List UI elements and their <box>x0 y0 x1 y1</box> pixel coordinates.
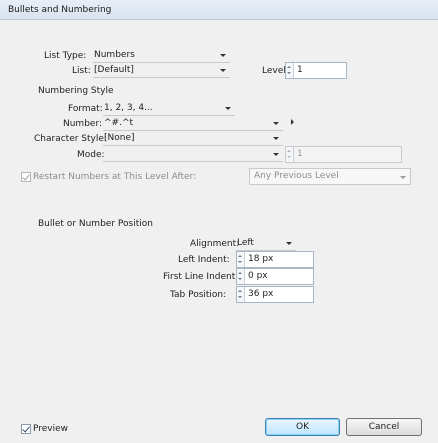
arrow-down-icon <box>287 72 291 74</box>
mode-dropdown[interactable] <box>103 147 283 162</box>
chevron-down-icon <box>220 69 226 72</box>
character-style-dropdown[interactable]: [None] <box>103 131 283 146</box>
stepper-buttons[interactable] <box>237 269 245 284</box>
tab-position-label: Tab Position: <box>170 290 227 300</box>
mode-start-stepper: 1 <box>285 146 402 163</box>
level-stepper[interactable]: 1 <box>285 62 347 79</box>
arrow-down-icon <box>287 156 291 158</box>
format-dropdown[interactable]: 1, 2, 3, 4... <box>103 101 235 116</box>
tab-position-value: 36 px <box>248 289 274 299</box>
cancel-button[interactable]: Cancel <box>346 418 422 436</box>
dialog-title: Bullets and Numbering <box>8 5 112 15</box>
list-type-dropdown[interactable]: Numbers <box>93 48 230 63</box>
chevron-down-icon <box>273 137 279 140</box>
stepper-buttons[interactable] <box>286 63 294 78</box>
first-line-indent-value: 0 px <box>248 271 268 281</box>
first-line-indent-stepper[interactable]: 0 px <box>236 268 314 285</box>
position-heading: Bullet or Number Position <box>38 219 153 229</box>
ok-button[interactable]: OK <box>265 418 340 436</box>
arrow-up-icon <box>238 255 242 257</box>
chevron-down-icon <box>273 153 279 156</box>
arrow-down-icon <box>238 296 242 298</box>
character-style-value: [None] <box>104 133 135 143</box>
first-line-indent-label: First Line Indent: <box>163 272 239 282</box>
chevron-down-icon <box>400 176 406 179</box>
arrow-up-icon <box>238 272 242 274</box>
restart-level-value: Any Previous Level <box>254 171 339 181</box>
level-value: 1 <box>297 65 303 75</box>
stepper-buttons[interactable] <box>237 287 245 302</box>
character-style-label: Character Style: <box>34 134 107 144</box>
chevron-down-icon <box>225 107 231 110</box>
list-type-label: List Type: <box>44 51 87 61</box>
arrow-up-icon <box>287 150 291 152</box>
insert-special-character-icon[interactable] <box>291 119 294 125</box>
preview-checkbox[interactable] <box>21 424 31 434</box>
list-label: List: <box>72 66 91 76</box>
numbering-style-heading: Numbering Style <box>38 86 114 96</box>
arrow-up-icon <box>287 66 291 68</box>
alignment-dropdown[interactable]: Left <box>236 236 296 251</box>
restart-numbers-label: Restart Numbers at This Level After: <box>33 172 197 182</box>
chevron-down-icon <box>273 122 279 125</box>
list-type-value: Numbers <box>94 50 135 60</box>
chevron-down-icon <box>220 54 226 57</box>
arrow-down-icon <box>238 278 242 280</box>
preview-label: Preview <box>33 424 69 434</box>
alignment-label: Alignment: <box>190 239 240 249</box>
checkmark-icon <box>22 172 30 181</box>
restart-numbers-checkbox[interactable] <box>21 172 31 182</box>
left-indent-stepper[interactable]: 18 px <box>236 251 314 268</box>
number-value: ^#.^t <box>104 118 134 128</box>
restart-level-dropdown: Any Previous Level <box>249 168 411 185</box>
number-label: Number: <box>63 119 103 129</box>
format-value: 1, 2, 3, 4... <box>104 103 153 113</box>
stepper-buttons[interactable] <box>237 252 245 267</box>
mode-label: Mode: <box>77 150 105 160</box>
stepper-buttons <box>286 147 294 162</box>
list-dropdown[interactable]: [Default] <box>93 63 230 78</box>
list-value: [Default] <box>94 65 134 75</box>
dialog-title-bar: Bullets and Numbering <box>0 0 438 20</box>
arrow-down-icon <box>238 261 242 263</box>
left-indent-value: 18 px <box>248 254 274 264</box>
checkmark-icon <box>22 424 30 433</box>
number-field[interactable]: ^#.^t <box>103 116 283 131</box>
tab-position-stepper[interactable]: 36 px <box>236 286 314 303</box>
mode-start-value: 1 <box>297 149 303 159</box>
arrow-up-icon <box>238 290 242 292</box>
chevron-down-icon <box>286 242 292 245</box>
left-indent-label: Left Indent: <box>178 255 230 265</box>
alignment-value: Left <box>237 238 254 248</box>
format-label: Format: <box>68 104 103 114</box>
